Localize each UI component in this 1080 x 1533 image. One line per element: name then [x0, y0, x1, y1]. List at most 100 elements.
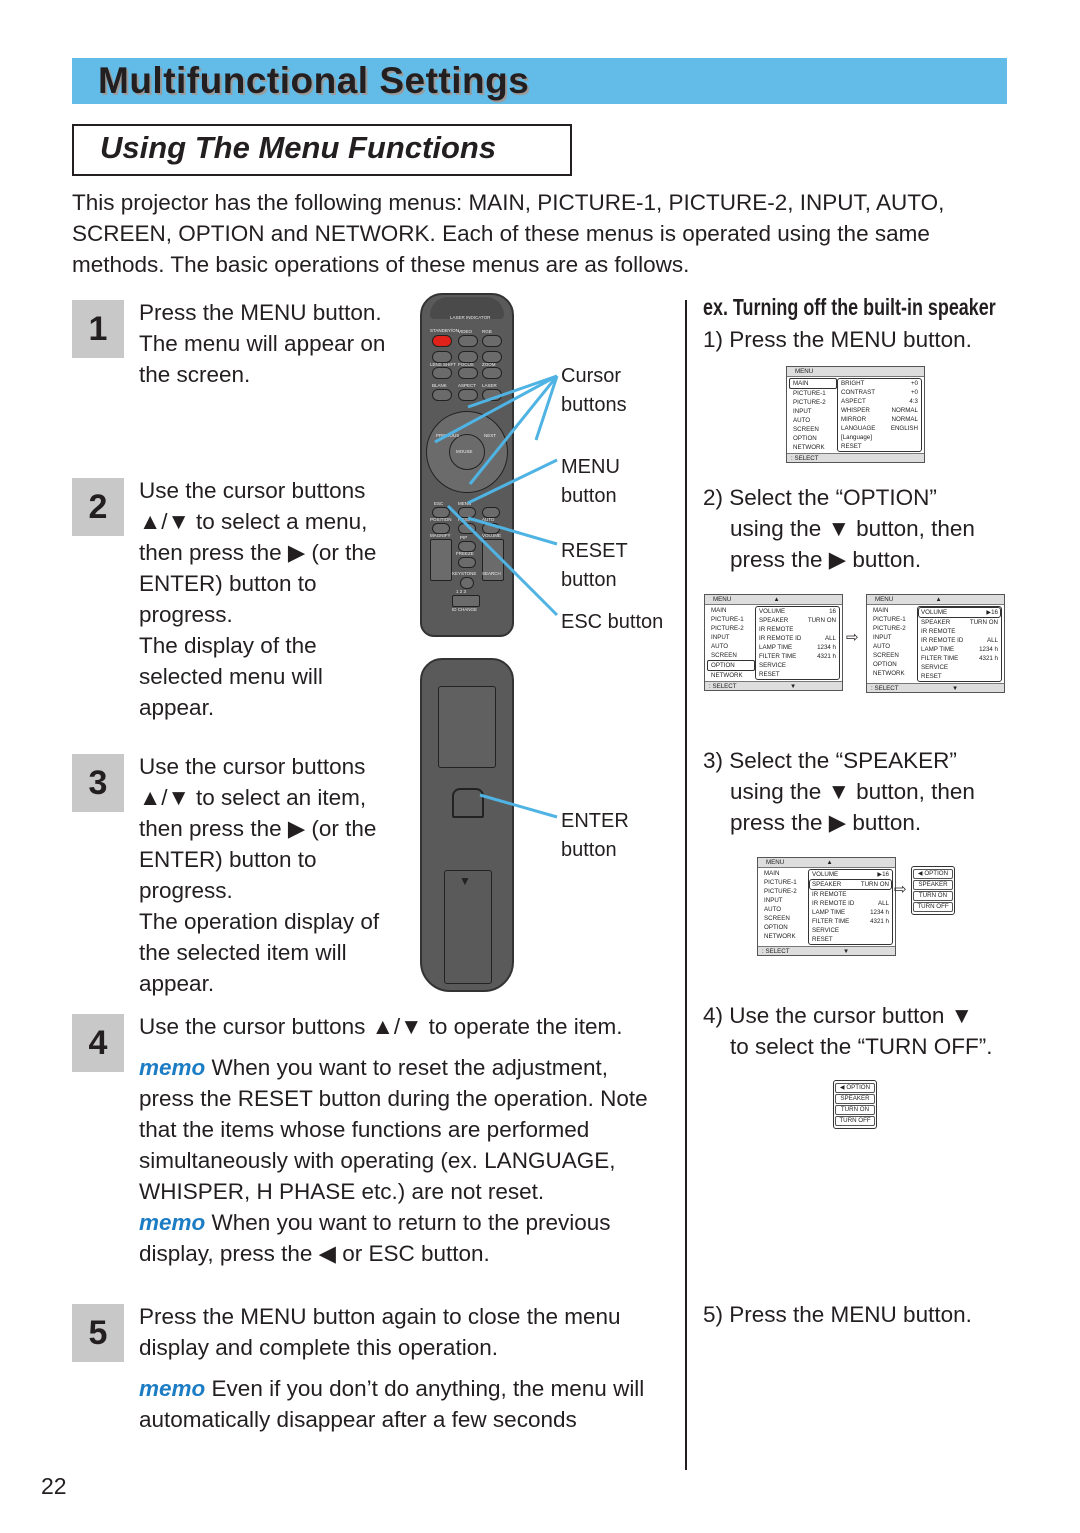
menu-item-label: SPEAKER [921, 619, 951, 626]
menu-category: PICTURE-1 [873, 616, 906, 623]
scroll-up-icon: ▲ [773, 596, 780, 603]
menu-item-value: 16 [829, 608, 836, 615]
step-line: ▲/▼ to select an item, [139, 785, 367, 810]
menu-category: PICTURE-2 [764, 888, 797, 895]
menu-item-value: 1234 h [870, 909, 889, 916]
step-line: then press the ▶ (or the [139, 540, 377, 565]
menu-category: AUTO [711, 643, 729, 650]
example-step: 2) Select the “OPTION” using the ▼ button… [703, 482, 1033, 575]
step-number-box: 2 [72, 478, 124, 536]
menu-category: NETWORK [873, 670, 905, 677]
menu-item: FILTER TIME 4321 h [921, 654, 998, 663]
menu-item-label: [Language] [841, 434, 872, 441]
example-step: 5) Press the MENU button. [703, 1299, 1033, 1330]
step-line: The display of the [139, 633, 317, 658]
menu-item-label: SERVICE [812, 927, 840, 934]
menu-footer: : SELECT [787, 453, 924, 462]
step-line: selected menu will [139, 664, 323, 689]
example-step: 1) Press the MENU button. [703, 324, 1033, 355]
right-arrow-icon: ⇨ [894, 881, 907, 898]
menu-categories: MAIN PICTURE-1 PICTURE-2 INPUT AUTO SCREEN OPT… [867, 605, 917, 683]
menu-category: OPTION [764, 924, 788, 931]
menu-item-value: TURN ON [860, 881, 889, 888]
menu-item: ASPECT 4:3 [841, 397, 918, 406]
menu-category: SCREEN [711, 652, 737, 659]
menu-item-value: ▶16 [986, 609, 998, 616]
menu-category: AUTO [764, 906, 782, 913]
popup-item: TURN OFF [835, 1116, 875, 1126]
page-number: 22 [41, 1473, 67, 1499]
memo-text: press the RESET button during the operat… [139, 1086, 648, 1111]
example-line: 1) Press the MENU button. [703, 327, 972, 352]
memo-label: memo [139, 1055, 206, 1080]
menu-title: MENU [875, 596, 894, 603]
memo-line: memo When you want to reset the adjustme… [139, 1052, 679, 1083]
manual-page: Multifunctional Settings Using The Menu … [0, 0, 1080, 1533]
menu-item-value: 4:3 [909, 398, 918, 405]
step-line: progress. [139, 602, 233, 627]
menu-items: BRIGHT +0 CONTRAST +0 ASPECT 4:3 WHISPER NORMAL… [837, 378, 922, 452]
menu-screen: MENU ▲ MAIN PICTURE-1 PICTURE-2 INPUT AUTO SCRE… [757, 857, 896, 956]
menu-category: NETWORK [711, 672, 743, 679]
menu-item-label: BRIGHT [841, 380, 865, 387]
menu-item: IR REMOTE ID ALL [759, 634, 836, 643]
menu-item: IR REMOTE [812, 890, 889, 899]
example-line: 3) Select the “SPEAKER” [703, 748, 957, 773]
scroll-down-icon: ▼ [789, 683, 797, 690]
step-text: Press the MENU button again to close the… [139, 1301, 679, 1363]
step-text: Use the cursor buttons ▲/▼ to select an i… [139, 751, 679, 999]
menu-item: CONTRAST +0 [841, 388, 918, 397]
menu-item-label: VOLUME [812, 871, 839, 878]
menu-item-label: SERVICE [921, 664, 949, 671]
menu-item-label: FILTER TIME [812, 918, 850, 925]
menu-item-label: SERVICE [759, 662, 787, 669]
select-hint: : SELECT [709, 683, 737, 690]
memo-text: simultaneously with operating (ex. LANGU… [139, 1148, 616, 1173]
example-title: ex. Turning off the built-in speaker [703, 294, 996, 320]
select-hint: : SELECT [871, 685, 899, 692]
menu-category: INPUT [873, 634, 892, 641]
menu-item: RESET [841, 442, 918, 451]
step-line: The menu will appear on [139, 331, 386, 356]
menu-category: AUTO [873, 643, 891, 650]
step-line: then press the ▶ (or the [139, 816, 377, 841]
menu-categories: MAIN PICTURE-1 PICTURE-2 INPUT AUTO SCREEN OPT… [758, 868, 808, 946]
menu-category: PICTURE-2 [711, 625, 744, 632]
menu-item: RESET [759, 670, 836, 679]
scroll-up-icon: ▲ [935, 596, 942, 603]
menu-item: [Language] [841, 433, 918, 442]
intro-paragraph: This projector has the following menus: … [72, 187, 1012, 280]
popup-item: SPEAKER [835, 1094, 875, 1104]
menu-header: MENU [787, 367, 924, 377]
memo-text: automatically disappear after a few seco… [139, 1407, 577, 1432]
menu-item-label: WHISPER [841, 407, 870, 414]
memo-line: display, press the ◀ or ESC button. [139, 1238, 679, 1269]
example-line: press the ▶ button. [730, 547, 922, 572]
menu-category: OPTION [707, 660, 755, 671]
menu-items: VOLUME ▶16 SPEAKER TURN ON IR REMOTE IR REMOT… [917, 606, 1002, 682]
popup-item: ◀ OPTION [913, 869, 953, 879]
menu-footer: : SELECT ▼ [758, 946, 895, 955]
menu-item: LANGUAGE ENGLISH [841, 424, 918, 433]
menu-item-value: ALL [986, 637, 998, 644]
step-line: Press the MENU button again to close the… [139, 1304, 621, 1329]
menu-item-value: 1234 h [979, 646, 998, 653]
menu-item-value: ENGLISH [890, 425, 918, 432]
menu-item-label: SPEAKER [759, 617, 789, 624]
popup-item: ◀ OPTION [835, 1083, 875, 1093]
menu-item-label: SPEAKER [812, 881, 842, 888]
example-step: 4) Use the cursor button ▼ to select the … [703, 1000, 1033, 1062]
memo-text: When you want to reset the adjustment, [211, 1055, 609, 1080]
menu-item-value: ▶16 [877, 871, 889, 878]
title-bar: Multifunctional Settings [72, 58, 1007, 104]
memo-text: display, press the ◀ or ESC button. [139, 1241, 490, 1266]
menu-item-label: RESET [759, 671, 780, 678]
menu-item-label: LANGUAGE [841, 425, 876, 432]
menu-category: PICTURE-2 [873, 625, 906, 632]
menu-body: MAIN PICTURE-1 PICTURE-2 INPUT AUTO SCREEN OPT… [867, 605, 1004, 683]
menu-title: MENU [766, 859, 785, 866]
menu-category: INPUT [764, 897, 783, 904]
memo-note: memo When you want to reset the adjustme… [139, 1052, 679, 1207]
menu-category: INPUT [793, 408, 812, 415]
memo-line: WHISPER, H PHASE etc.) are not reset. [139, 1176, 679, 1207]
